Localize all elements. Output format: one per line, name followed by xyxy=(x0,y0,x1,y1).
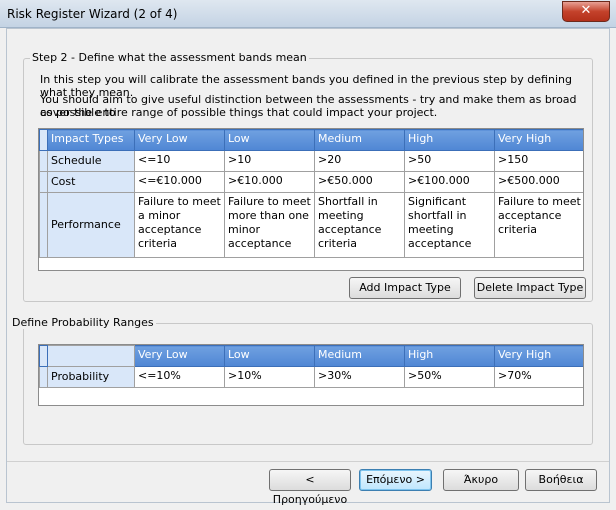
cell-probability-very-high[interactable]: >70% xyxy=(494,366,583,388)
cell-schedule-low[interactable]: >10 xyxy=(224,150,315,172)
cell-cost-low[interactable]: >€10.000 xyxy=(224,171,315,193)
next-button[interactable]: Επόμενο > xyxy=(359,469,432,491)
cell-schedule-high[interactable]: >50 xyxy=(404,150,495,172)
probability-table: Very Low Low Medium High Very High Proba… xyxy=(39,345,583,388)
impact-header-row: Impact Types Very Low Low Medium High Ve… xyxy=(39,129,583,151)
col-header-medium[interactable]: Medium xyxy=(314,345,405,367)
row-selector xyxy=(39,345,48,367)
col-header-blank xyxy=(47,345,135,367)
row-label-performance[interactable]: Performance xyxy=(47,192,135,258)
cell-performance-medium[interactable]: Shortfall in meeting acceptance criteria xyxy=(314,192,405,258)
probability-group: Define Probability Ranges Very Low Low M… xyxy=(10,316,593,445)
row-selector[interactable] xyxy=(39,150,48,172)
col-header-medium[interactable]: Medium xyxy=(314,129,405,151)
cell-performance-high[interactable]: Significant shortfall in meeting accepta… xyxy=(404,192,495,258)
title-bar: Risk Register Wizard (2 of 4) ✕ xyxy=(0,0,616,28)
step2-group: Step 2 - Define what the assessment band… xyxy=(23,51,593,302)
cell-performance-very-low[interactable]: Failure to meet a minor acceptance crite… xyxy=(134,192,225,258)
row-selector[interactable] xyxy=(39,192,48,258)
table-row[interactable]: Schedule <=10 >10 >20 >50 >150 xyxy=(39,150,583,172)
cell-performance-very-high[interactable]: Failure to meet acceptance criteria xyxy=(494,192,583,258)
cell-schedule-very-low[interactable]: <=10 xyxy=(134,150,225,172)
col-header-very-low[interactable]: Very Low xyxy=(134,129,225,151)
wizard-client-area: Step 2 - Define what the assessment band… xyxy=(6,28,610,506)
col-header-high[interactable]: High xyxy=(404,345,495,367)
cell-schedule-very-high[interactable]: >150 xyxy=(494,150,583,172)
impact-table: Impact Types Very Low Low Medium High Ve… xyxy=(39,129,583,258)
cancel-button[interactable]: Άκυρο xyxy=(443,469,519,491)
close-button[interactable]: ✕ xyxy=(562,1,610,22)
cell-probability-low[interactable]: >10% xyxy=(224,366,315,388)
close-icon: ✕ xyxy=(580,3,592,18)
cell-probability-high[interactable]: >50% xyxy=(404,366,495,388)
delete-impact-type-button[interactable]: Delete Impact Type xyxy=(474,277,586,299)
cell-probability-very-low[interactable]: <=10% xyxy=(134,366,225,388)
col-header-low[interactable]: Low xyxy=(224,345,315,367)
row-selector[interactable] xyxy=(39,171,48,193)
cell-cost-medium[interactable]: >€50.000 xyxy=(314,171,405,193)
table-row[interactable]: Cost <=€10.000 >€10.000 >€50.000 >€100.0… xyxy=(39,171,583,193)
cell-cost-high[interactable]: >€100.000 xyxy=(404,171,495,193)
impact-grid[interactable]: Impact Types Very Low Low Medium High Ve… xyxy=(38,128,584,271)
col-header-very-low[interactable]: Very Low xyxy=(134,345,225,367)
footer-separator xyxy=(7,461,609,462)
table-row[interactable]: Probability <=10% >10% >30% >50% >70% xyxy=(39,366,583,388)
probability-group-title: Define Probability Ranges xyxy=(10,316,156,329)
row-label-schedule[interactable]: Schedule xyxy=(47,150,135,172)
row-selector[interactable] xyxy=(39,366,48,388)
col-header-impact-types[interactable]: Impact Types xyxy=(47,129,135,151)
cell-cost-very-low[interactable]: <=€10.000 xyxy=(134,171,225,193)
window-title: Risk Register Wizard (2 of 4) xyxy=(7,7,178,21)
step-instruction-2b: cover the entire range of possible thing… xyxy=(40,106,438,119)
col-header-low[interactable]: Low xyxy=(224,129,315,151)
help-button[interactable]: Βοήθεια xyxy=(525,469,597,491)
add-impact-type-button[interactable]: Add Impact Type xyxy=(349,277,461,299)
cell-cost-very-high[interactable]: >€500.000 xyxy=(494,171,583,193)
step2-group-title: Step 2 - Define what the assessment band… xyxy=(30,51,309,64)
cell-probability-medium[interactable]: >30% xyxy=(314,366,405,388)
row-label-cost[interactable]: Cost xyxy=(47,171,135,193)
probability-header-row: Very Low Low Medium High Very High xyxy=(39,345,583,367)
cell-schedule-medium[interactable]: >20 xyxy=(314,150,405,172)
probability-grid[interactable]: Very Low Low Medium High Very High Proba… xyxy=(38,344,584,406)
col-header-very-high[interactable]: Very High xyxy=(494,129,583,151)
row-label-probability[interactable]: Probability xyxy=(47,366,135,388)
row-selector xyxy=(39,129,48,151)
table-row[interactable]: Performance Failure to meet a minor acce… xyxy=(39,192,583,258)
col-header-high[interactable]: High xyxy=(404,129,495,151)
col-header-very-high[interactable]: Very High xyxy=(494,345,583,367)
cell-performance-low[interactable]: Failure to meet more than one minor acce… xyxy=(224,192,315,258)
previous-button[interactable]: < Προηγούμενο xyxy=(269,469,351,506)
